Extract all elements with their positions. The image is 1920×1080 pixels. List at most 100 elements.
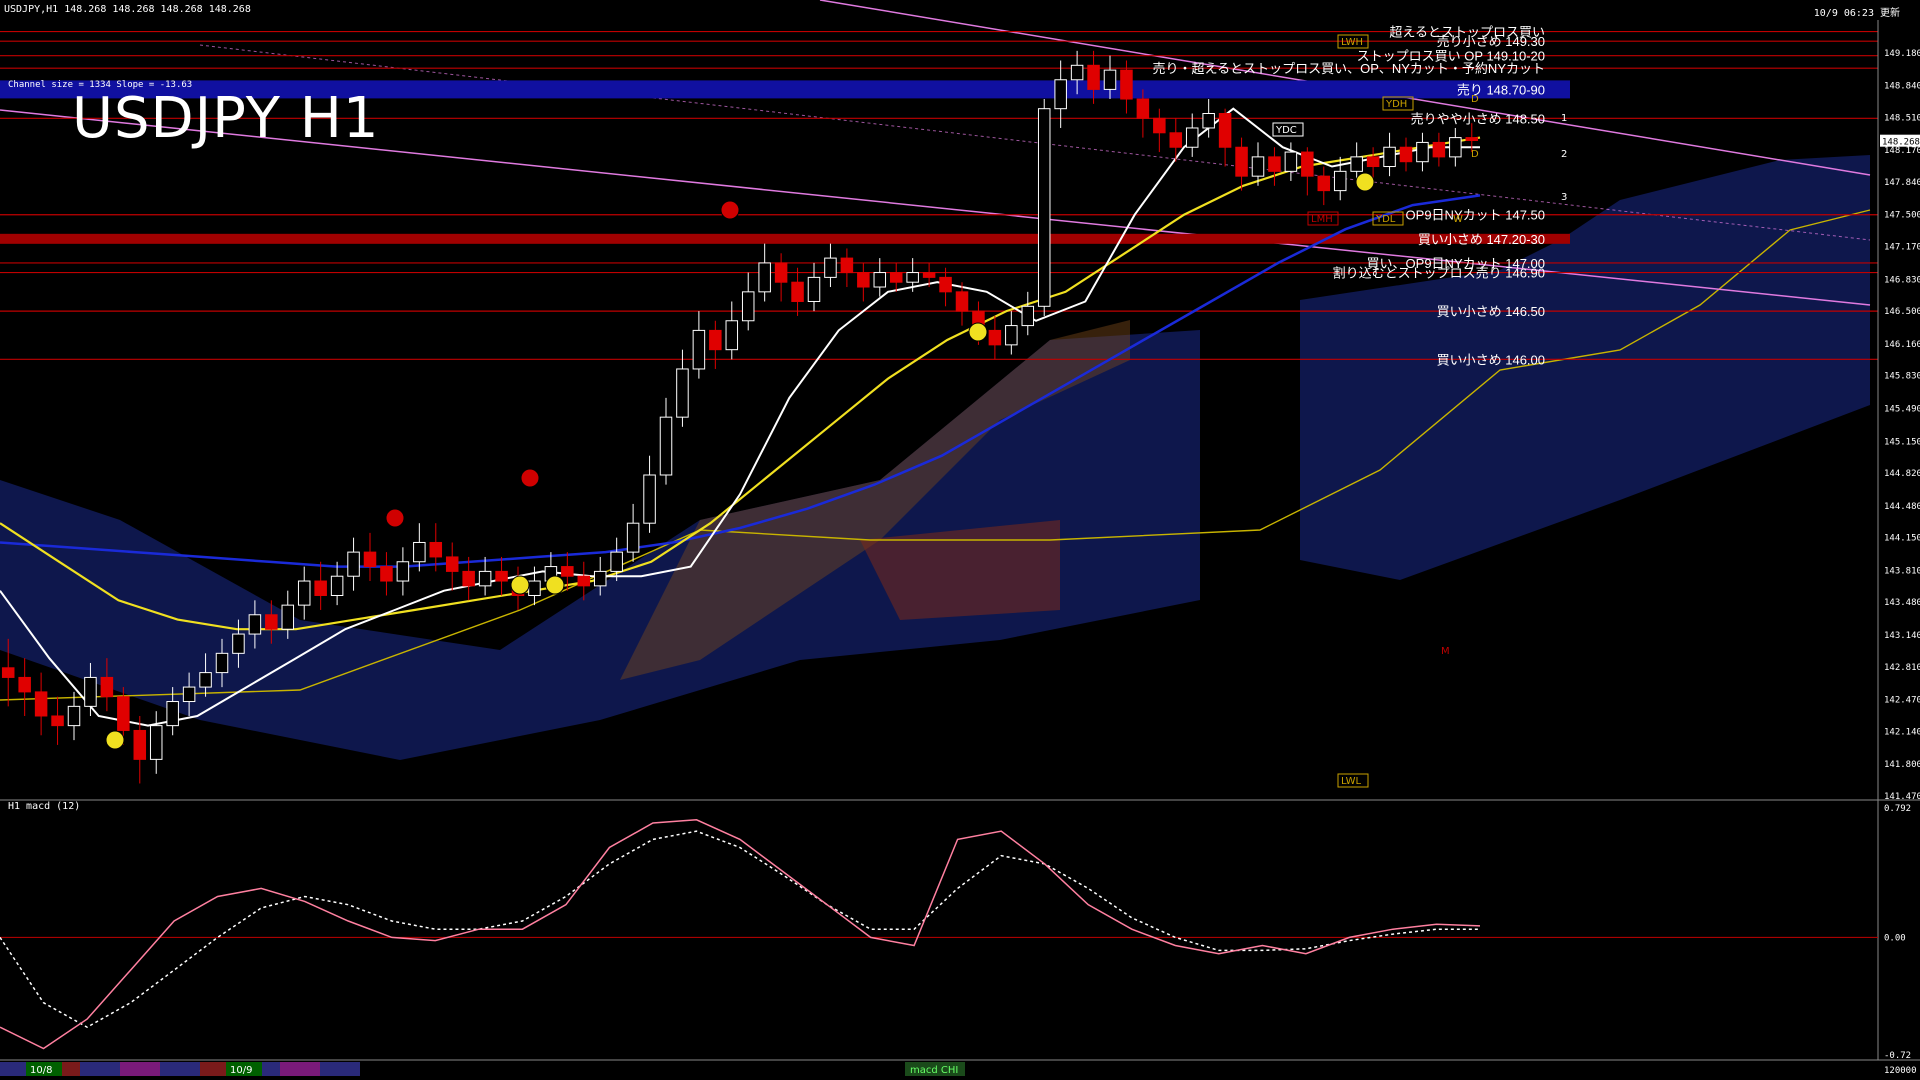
candle-body <box>791 281 804 302</box>
candle-body <box>741 291 755 322</box>
price-tag: YDL <box>1375 214 1396 225</box>
candle-body <box>593 570 607 587</box>
price-tick-label: 144.820 <box>1884 469 1920 479</box>
symbol-header: USDJPY,H1 148.268 148.268 148.268 148.26… <box>4 4 251 15</box>
buy-signal-marker <box>545 575 565 595</box>
candle-body <box>1399 146 1413 163</box>
candle-body <box>659 416 673 476</box>
sell-signal-marker <box>520 468 540 488</box>
price-tag: 2 <box>1561 149 1567 160</box>
price-tick-label: 143.480 <box>1884 598 1920 608</box>
price-tag: LWL <box>1341 776 1362 787</box>
candle-body <box>248 614 262 635</box>
price-tag: 1 <box>1561 113 1567 124</box>
candle-body <box>922 272 936 278</box>
candle-body <box>182 686 196 703</box>
candle-body <box>1268 156 1281 172</box>
candle-body <box>380 566 393 582</box>
sell-signal-marker <box>720 200 740 220</box>
buy-signal-marker <box>510 575 530 595</box>
candle-body <box>429 541 443 558</box>
price-tick-label: 142.140 <box>1884 727 1920 737</box>
level-label: 売りやや小さめ 148.50 <box>1411 111 1545 126</box>
candle-body <box>1202 113 1215 129</box>
price-tick-label: 143.810 <box>1884 566 1920 576</box>
candle-body <box>51 715 64 727</box>
candle-body <box>857 272 870 288</box>
candle-body <box>149 725 163 760</box>
price-tag: 3 <box>1561 192 1567 203</box>
candle-body <box>297 580 311 606</box>
candle-body <box>445 556 459 572</box>
price-tick-label: 147.500 <box>1884 211 1920 221</box>
candle-body <box>807 276 821 302</box>
macd-tick-label: 0.00 <box>1884 933 1906 943</box>
candle-body <box>1449 137 1462 158</box>
candle-body <box>692 329 706 370</box>
price-tag: LMH <box>1311 214 1333 225</box>
candle-body <box>906 272 919 283</box>
price-tick-label: 148.840 <box>1884 82 1920 92</box>
candle-body <box>396 561 410 582</box>
candle-body <box>1333 170 1347 192</box>
level-label: 買い小さめ 146.00 <box>1437 352 1545 367</box>
candle-body <box>939 276 952 293</box>
candle-body <box>709 329 722 351</box>
candle-body <box>1185 127 1199 148</box>
price-tick-label: 142.810 <box>1884 663 1920 673</box>
candle-body <box>1070 64 1084 81</box>
bottom-right-value: 120000 <box>1884 1066 1917 1076</box>
price-tick-label: 146.160 <box>1884 340 1920 350</box>
candle-body <box>676 368 689 418</box>
candle-body <box>1037 108 1051 307</box>
price-tick-label: 146.830 <box>1884 275 1920 285</box>
price-tag: YDH <box>1385 99 1407 110</box>
update-timestamp: 10/9 06:23 更新 <box>1813 8 1900 19</box>
level-label: 買い小さめ 147.20-30 <box>1418 232 1545 247</box>
candle-body <box>840 257 854 274</box>
price-tag: LWH <box>1341 37 1363 48</box>
candle-body <box>495 570 508 582</box>
price-tick-label: 147.170 <box>1884 243 1920 253</box>
chart-canvas[interactable]: 売り小さめ 149.30超えるとストップロス買いストップロス買い OP 149.… <box>0 0 1920 1080</box>
candle-body <box>1284 151 1298 172</box>
candle-body <box>1301 151 1314 177</box>
candle-body <box>889 272 903 283</box>
candle-body <box>561 566 574 577</box>
buy-signal-marker <box>105 730 125 750</box>
candle-body <box>1366 156 1380 168</box>
candle-body <box>413 541 426 563</box>
candle-body <box>1251 156 1265 177</box>
buy-signal-marker <box>968 322 988 342</box>
candle-body <box>988 329 1002 346</box>
candle-body <box>1021 305 1035 327</box>
candle-body <box>643 474 656 524</box>
candle-body <box>1103 69 1117 90</box>
level-label: OP9日NYカット 147.50 <box>1406 208 1545 223</box>
candle-body <box>528 580 541 596</box>
candle-body <box>215 652 229 674</box>
buy-signal-marker <box>1355 172 1375 192</box>
date-segment <box>160 1062 200 1076</box>
price-tick-label: 146.500 <box>1884 307 1920 317</box>
bottom-tag: macd CHI <box>910 1065 958 1076</box>
candle-body <box>1005 325 1018 346</box>
level-label: 割り込むとストップロス売り 146.90 <box>1333 266 1545 281</box>
candle-body <box>363 551 377 568</box>
candle-body <box>1235 146 1248 177</box>
candle-body <box>478 570 492 587</box>
price-tick-label: 142.470 <box>1884 696 1920 706</box>
candle-body <box>133 729 147 760</box>
candle-body <box>725 320 739 351</box>
date-segment <box>320 1062 360 1076</box>
candle-body <box>610 551 623 572</box>
chart-title: USDJPY H1 <box>72 86 380 151</box>
price-tick-label: 144.150 <box>1884 534 1920 544</box>
candle-body <box>1054 79 1067 110</box>
candle-body <box>1 667 15 678</box>
candle-body <box>1169 132 1183 148</box>
candle-body <box>265 614 278 630</box>
price-tick-label: 147.840 <box>1884 178 1920 188</box>
candle-body <box>758 262 771 293</box>
candle-body <box>626 522 640 553</box>
